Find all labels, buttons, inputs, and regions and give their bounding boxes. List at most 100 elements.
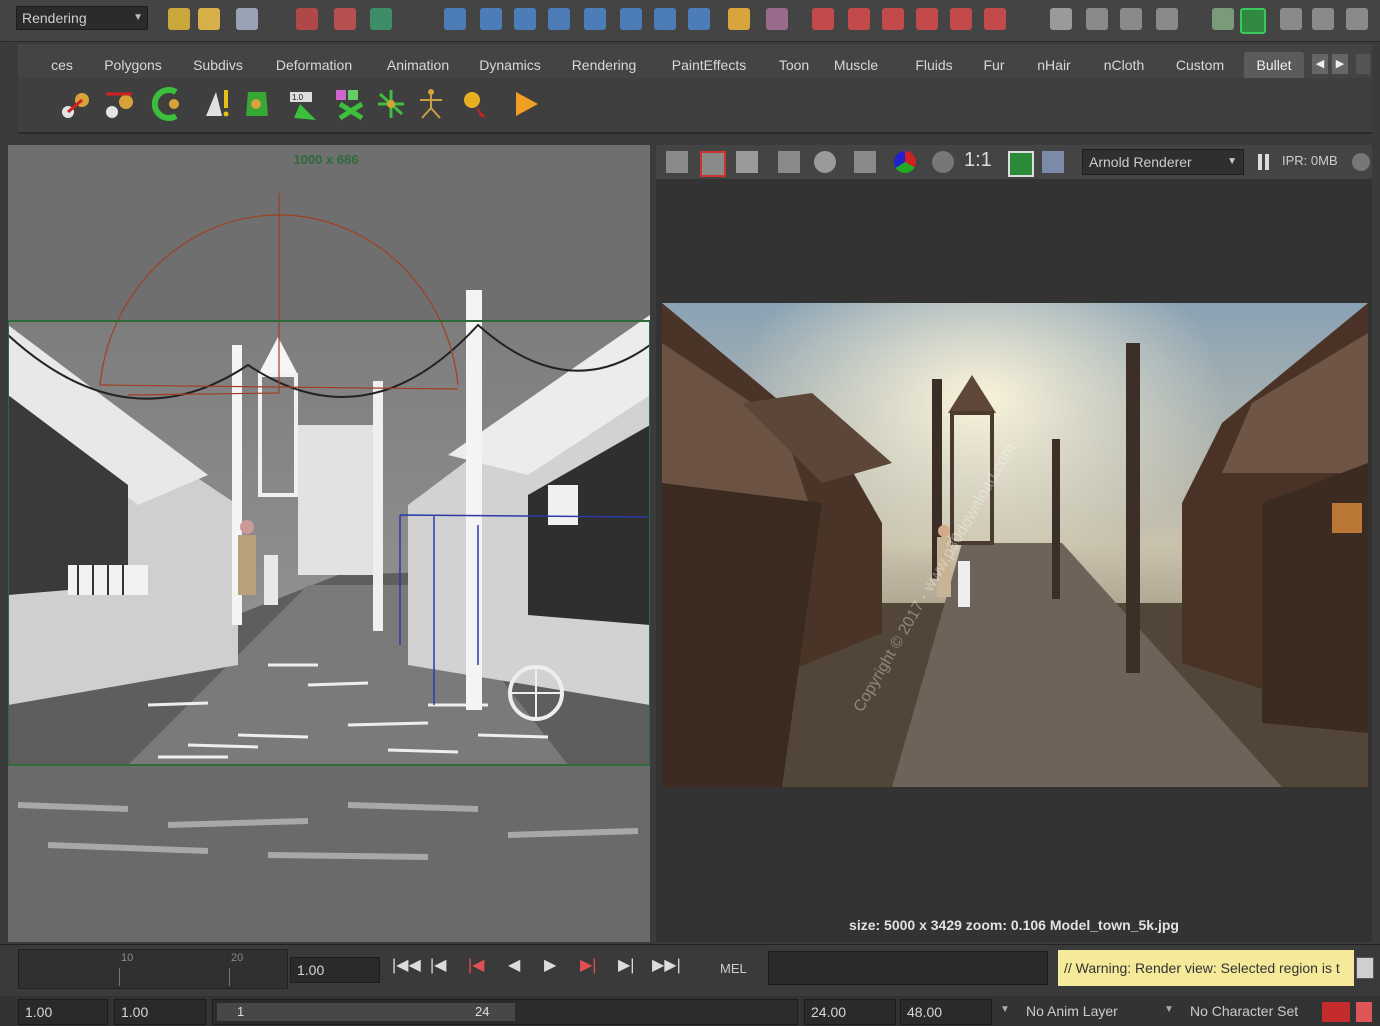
tab-ncloth[interactable]: nCloth [1094,52,1154,78]
tab-muscle[interactable]: Muscle [828,52,884,78]
hypershade-icon[interactable] [916,8,938,30]
panel-layout-active-icon[interactable] [1240,8,1266,34]
perspective-viewport[interactable]: 1000 x 686 [8,145,650,942]
rigid-body-constraint-icon[interactable] [150,86,184,122]
layer-editor-icon[interactable] [1156,8,1178,30]
tab-toon[interactable]: Toon [770,52,818,78]
snap-surface-icon[interactable] [584,8,606,30]
current-frame-field[interactable]: 1.00 [290,957,380,983]
tab-scroll-left-icon[interactable]: ◀ [1312,54,1328,74]
graph-editor-icon[interactable] [1312,8,1334,30]
snap-curve-icon[interactable] [480,8,502,30]
real-size-button[interactable]: 1:1 [964,149,992,172]
tool-settings-icon[interactable] [1086,8,1108,30]
render-settings-icon[interactable] [882,8,904,30]
step-back-frame-icon[interactable]: |◀ [468,953,484,979]
image-options-icon[interactable] [1042,151,1064,173]
command-line-input[interactable] [768,951,1048,985]
time-slider-track[interactable]: 10 20 [18,949,288,989]
panel-layout-icon[interactable] [1212,8,1234,30]
outliner-icon[interactable] [1280,8,1302,30]
tab-rendering[interactable]: Rendering [562,52,646,78]
attribute-editor-icon[interactable] [1050,8,1072,30]
tab-bullet[interactable]: Bullet [1244,52,1304,78]
construction-history-icon[interactable] [766,8,788,30]
playback-start-field[interactable]: 1.00 [114,999,206,1025]
active-rigid-body-icon[interactable] [58,86,92,122]
input-output-icon[interactable] [654,8,676,30]
select-object-icon[interactable] [334,8,356,30]
tab-polygons[interactable]: Polygons [96,52,170,78]
tab-fur[interactable]: Fur [976,52,1012,78]
step-forward-frame-icon[interactable]: ▶| [580,953,596,979]
tab-nhair[interactable]: nHair [1028,52,1080,78]
tab-custom[interactable]: Custom [1168,52,1232,78]
renderer-dropdown[interactable]: Arnold Renderer ▼ [1082,149,1244,175]
ipr-icon[interactable] [778,151,800,173]
range-slider-handle[interactable] [217,1003,515,1021]
snap-grid-icon[interactable] [444,8,466,30]
go-to-start-icon[interactable]: |◀◀ [392,953,421,979]
pause-icon[interactable] [1258,154,1262,170]
script-language-button[interactable]: MEL [720,961,747,976]
play-backwards-icon[interactable]: ◀ [508,953,520,979]
cloth-icon[interactable] [240,86,274,122]
keep-image-icon[interactable] [1008,151,1034,177]
end-time-field[interactable]: 48.00 [900,999,992,1025]
save-scene-icon[interactable] [236,8,258,30]
skeleton-icon[interactable] [414,86,448,122]
snap-plane-icon[interactable] [548,8,570,30]
refresh-icon[interactable] [814,151,836,173]
lock-icon[interactable] [728,8,750,30]
select-component-icon[interactable] [370,8,392,30]
play-forwards-icon[interactable]: ▶ [544,953,556,979]
tab-deformation[interactable]: Deformation [264,52,364,78]
rendered-image[interactable]: Copyright © 2017 - www.p30download.com [662,303,1368,787]
tab-subdivs[interactable]: Subdivs [184,52,252,78]
shatter-icon[interactable]: 1.0 [286,86,320,122]
render-setup-icon[interactable] [950,8,972,30]
render-settings-icon[interactable] [854,151,876,173]
anim-layer-dropdown[interactable]: No Anim Layer [1026,1003,1118,1019]
character-set-dropdown[interactable]: No Character Set [1190,1003,1298,1019]
joints-icon[interactable] [374,86,408,122]
help-icon[interactable] [688,8,710,30]
auto-key-icon[interactable] [1322,1002,1350,1022]
tab-painteffects[interactable]: PaintEffects [658,52,760,78]
play-simulation-icon[interactable] [508,86,542,122]
script-editor-icon[interactable] [1356,957,1374,979]
soft-body-icon[interactable] [200,86,234,122]
new-scene-icon[interactable] [168,8,190,30]
ragdoll-icon[interactable] [332,86,366,122]
passive-rigid-body-icon[interactable] [102,86,136,122]
alpha-channel-icon[interactable] [932,151,954,173]
rgb-channels-icon[interactable] [894,151,916,173]
render-region-icon[interactable] [700,151,726,177]
range-slider-track[interactable]: 1 24 [212,999,798,1025]
step-back-key-icon[interactable]: |◀ [430,953,446,979]
playback-end-field[interactable]: 24.00 [804,999,896,1025]
preferences-icon[interactable] [1356,1002,1372,1022]
character-set-chevron-icon[interactable]: ▼ [1164,1004,1174,1015]
open-scene-icon[interactable] [198,8,220,30]
redo-render-icon[interactable] [666,151,688,173]
start-time-field[interactable]: 1.00 [18,999,108,1025]
select-hierarchy-icon[interactable] [296,8,318,30]
script-editor-icon[interactable] [1346,8,1368,30]
tab-dynamics[interactable]: Dynamics [472,52,548,78]
bullet-solver-icon[interactable] [458,86,492,122]
tab-scroll-right-icon[interactable]: ▶ [1332,54,1348,74]
anim-layer-chevron-icon[interactable]: ▼ [1000,1004,1010,1015]
tab-fluids[interactable]: Fluids [906,52,962,78]
snap-point-icon[interactable] [514,8,536,30]
menu-set-dropdown[interactable]: Rendering ▼ [16,6,148,30]
render-frame-icon[interactable] [812,8,834,30]
magnet-icon[interactable] [984,8,1006,30]
snap-live-icon[interactable] [620,8,642,30]
snapshot-icon[interactable] [736,151,758,173]
ipr-render-icon[interactable] [848,8,870,30]
tab-animation[interactable]: Animation [376,52,460,78]
trash-icon[interactable] [1356,54,1370,74]
tab-ces[interactable]: ces [46,52,78,78]
channel-box-icon[interactable] [1120,8,1142,30]
